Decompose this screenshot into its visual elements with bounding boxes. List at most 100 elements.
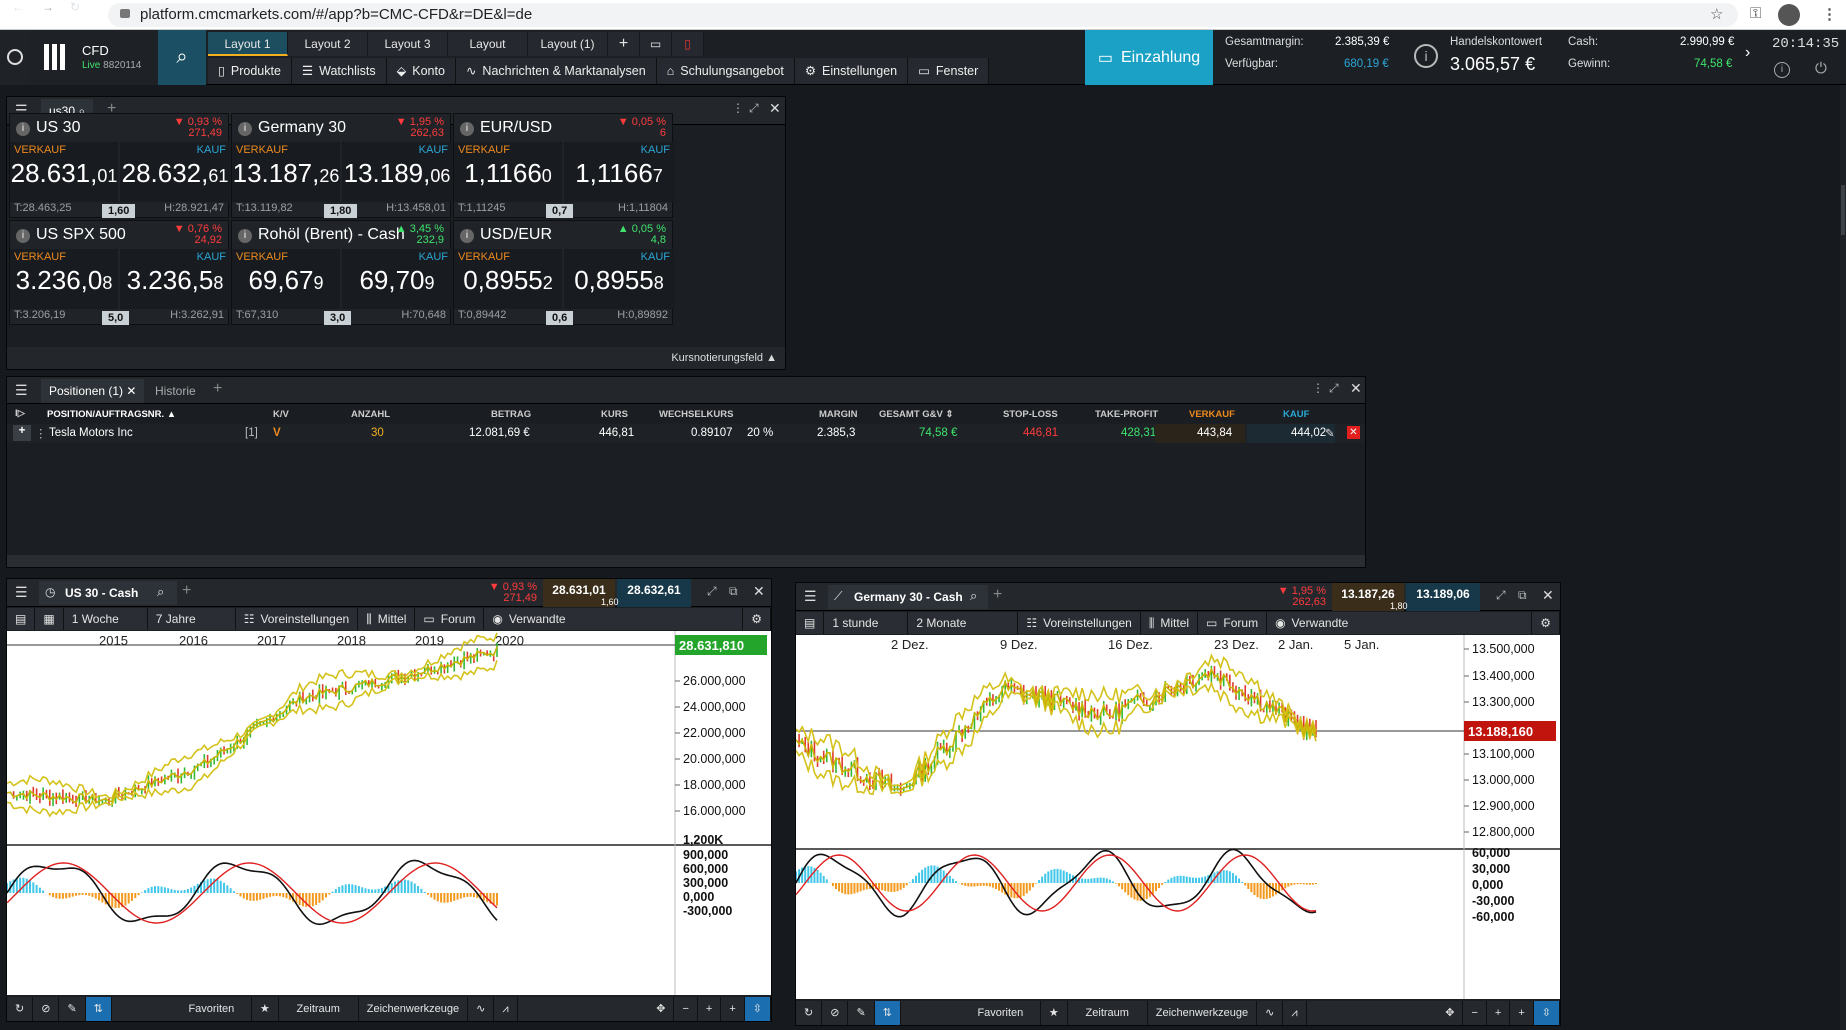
tab-layout-3[interactable]: Layout 3 bbox=[368, 32, 448, 56]
info-icon[interactable]: i bbox=[1414, 44, 1438, 68]
mittel-button[interactable]: ⫼ Mittel bbox=[1140, 612, 1199, 634]
chart-settings-icon[interactable]: ⚙ bbox=[1532, 612, 1560, 634]
layout-icon[interactable]: ▦ bbox=[35, 608, 64, 630]
col-stop-loss[interactable]: STOP-LOSS bbox=[1003, 409, 1058, 420]
cursor-icon[interactable]: ⇅ bbox=[874, 1001, 901, 1025]
pencil-icon[interactable]: ✎ bbox=[59, 997, 86, 1021]
close-icon[interactable]: ✕ bbox=[769, 100, 781, 117]
chart-settings-icon[interactable]: ⚙ bbox=[743, 608, 771, 630]
sell-price-button[interactable]: VERKAUF 3.236,08 bbox=[10, 249, 118, 309]
alert-icon[interactable]: ▯ bbox=[672, 32, 704, 56]
interval-select[interactable]: 1 stunde bbox=[824, 612, 909, 634]
info-icon[interactable]: i bbox=[460, 229, 474, 243]
tab-layout-1[interactable]: Layout 1 bbox=[208, 32, 288, 56]
tab-historie[interactable]: Historie bbox=[155, 379, 196, 403]
col-kv[interactable]: K/V bbox=[273, 409, 289, 420]
close-icon[interactable]: ✕ bbox=[753, 583, 765, 600]
key-icon[interactable]: ⚿ bbox=[1750, 5, 1761, 22]
position-take-profit[interactable]: 428,31 bbox=[1121, 427, 1156, 439]
forum-button[interactable]: ▭ Forum bbox=[415, 608, 485, 630]
interval-select[interactable]: 1 Woche bbox=[63, 608, 148, 630]
col-take-profit[interactable]: TAKE-PROFIT bbox=[1095, 409, 1158, 420]
close-icon[interactable]: ✕ bbox=[1350, 380, 1362, 397]
detach-icon[interactable]: ⧉ bbox=[1518, 588, 1527, 603]
col-kauf[interactable]: KAUF bbox=[1283, 409, 1309, 420]
menu-konto[interactable]: ⬙ Konto bbox=[386, 58, 456, 84]
add-tab-icon[interactable]: + bbox=[213, 380, 222, 398]
popout-icon[interactable]: ⤢ bbox=[749, 101, 759, 116]
indicator-icon[interactable]: ∿ bbox=[1257, 1001, 1284, 1025]
crosshair-icon[interactable]: + bbox=[721, 997, 745, 1021]
buy-price-button[interactable]: KAUF 1,11667 bbox=[564, 142, 674, 202]
horizontal-scrollbar[interactable] bbox=[7, 555, 1365, 567]
star-icon[interactable]: ★ bbox=[1041, 1001, 1068, 1025]
reset-icon[interactable]: ↻ bbox=[796, 1001, 823, 1025]
buy-price-button[interactable]: KAUF 3.236,58 bbox=[120, 249, 230, 309]
grip-icon[interactable]: ⋮ bbox=[732, 101, 744, 115]
quote-tile[interactable]: i EUR/USD ▼ 0,05 % 6 VERKAUF 1,11660 KAUF … bbox=[453, 113, 674, 218]
sell-price-button[interactable]: VERKAUF 28.631,01 bbox=[10, 142, 118, 202]
range-select[interactable]: 7 Jahre bbox=[147, 608, 236, 630]
cursor-icon[interactable]: ⇅ bbox=[85, 997, 112, 1021]
menu-produkte[interactable]: ▯ Produkte bbox=[208, 58, 292, 84]
us30-chart[interactable]: 2015 2016 2017 2018 2019 2020 26.000,000 24.000… bbox=[7, 631, 771, 995]
indicator-icon[interactable]: ∿ bbox=[468, 997, 495, 1021]
popout-icon[interactable]: ⤢ bbox=[707, 584, 717, 599]
no-icon[interactable]: ⊘ bbox=[33, 997, 60, 1021]
page-scrollbar[interactable] bbox=[1840, 85, 1846, 1030]
watchlist-footer[interactable]: Kursnotierungsfeld ▲ bbox=[7, 347, 785, 369]
buy-price-button[interactable]: KAUF 0,89558 bbox=[564, 249, 674, 309]
crosshair-icon[interactable]: + bbox=[1510, 1001, 1534, 1025]
zoom-in-icon[interactable]: + bbox=[1487, 1001, 1511, 1025]
menu-schulung[interactable]: ⌂ Schulungsangebot bbox=[656, 58, 795, 84]
col-betrag[interactable]: BETRAG bbox=[491, 409, 531, 420]
col-anzahl[interactable]: ANZAHL bbox=[351, 409, 390, 420]
col-kurs[interactable]: KURS bbox=[601, 409, 628, 420]
menu-fenster[interactable]: ▭ Fenster bbox=[908, 58, 990, 84]
col-verkauf[interactable]: VERKAUF bbox=[1189, 409, 1235, 420]
position-stop-loss[interactable]: 446,81 bbox=[1023, 427, 1058, 439]
profile-avatar[interactable] bbox=[1778, 4, 1800, 26]
chart-tab[interactable]: ◷ US 30 - Cash ⌕ bbox=[39, 581, 177, 605]
mittel-button[interactable]: ⫼ Mittel bbox=[358, 608, 416, 630]
col-margin[interactable]: MARGIN bbox=[819, 409, 858, 420]
tab-layout-copy[interactable]: Layout (1) bbox=[528, 32, 608, 56]
quote-tile[interactable]: i Rohöl (Brent) - Cash ▲ 3,45 % 232,9 VERK… bbox=[231, 220, 452, 325]
range-select[interactable]: 2 Monate bbox=[908, 612, 1019, 634]
favoriten-button[interactable]: Favoriten bbox=[961, 1001, 1041, 1025]
info-icon[interactable]: i bbox=[238, 122, 252, 136]
quote-tile[interactable]: i Germany 30 ▼ 1,95 % 262,63 VERKAUF 13.18… bbox=[231, 113, 452, 218]
buy-price-button[interactable]: KAUF 13.189,06 bbox=[342, 142, 452, 202]
quote-tile[interactable]: i US 30 ▼ 0,93 % 271,49 VERKAUF 28.631,01 … bbox=[9, 113, 230, 218]
chart-buy-button[interactable]: 28.632,61 bbox=[617, 579, 691, 607]
hamburger-icon[interactable]: ☰ bbox=[15, 382, 28, 399]
zoom-out-icon[interactable]: − bbox=[674, 997, 698, 1021]
tab-layout[interactable]: Layout bbox=[448, 32, 528, 56]
grip-icon[interactable]: ⋮ bbox=[1312, 381, 1324, 395]
quote-tile[interactable]: i US SPX 500 ▼ 0,76 % 24,92 VERKAUF 3.236,… bbox=[9, 220, 230, 325]
forward-icon[interactable]: → bbox=[42, 0, 54, 14]
presets-button[interactable]: ☷ Voreinstellungen bbox=[1018, 612, 1141, 634]
sidebar-icon[interactable]: ▤ bbox=[7, 608, 36, 630]
popout-icon[interactable]: ⤢ bbox=[1496, 588, 1506, 603]
add-layout-icon[interactable]: + bbox=[608, 32, 640, 56]
sell-price-button[interactable]: VERKAUF 69,679 bbox=[232, 249, 340, 309]
popout-icon[interactable]: ⤢ bbox=[1329, 381, 1339, 396]
expand-row-icon[interactable]: + bbox=[13, 425, 31, 441]
star-icon[interactable]: ★ bbox=[252, 997, 279, 1021]
fit-icon[interactable]: ⇳ bbox=[744, 997, 771, 1021]
buy-price-button[interactable]: KAUF 28.632,61 bbox=[120, 142, 230, 202]
expand-all-icon[interactable]: I▷ bbox=[15, 408, 25, 419]
info-icon[interactable]: i bbox=[460, 122, 474, 136]
close-position-icon[interactable]: ✕ bbox=[1347, 426, 1360, 439]
move-icon[interactable]: ✥ bbox=[1437, 1001, 1464, 1025]
col-gesamt-gv[interactable]: GESAMT G&V ⇕ bbox=[879, 409, 953, 420]
user-icon[interactable] bbox=[0, 30, 30, 85]
tab-layout-2[interactable]: Layout 2 bbox=[288, 32, 368, 56]
study-icon[interactable]: ⩘ bbox=[1283, 1001, 1307, 1025]
position-row[interactable]: + ⋮ Tesla Motors Inc [1] V 30 12.081,69 … bbox=[7, 424, 1365, 443]
zoom-in-icon[interactable]: + bbox=[698, 997, 722, 1021]
sidebar-icon[interactable]: ▤ bbox=[796, 612, 825, 634]
menu-einstellungen[interactable]: ⚙ Einstellungen bbox=[794, 58, 909, 84]
address-bar[interactable]: platform.cmcmarkets.com/#/app?b=CMC-CFD&… bbox=[108, 3, 1738, 27]
